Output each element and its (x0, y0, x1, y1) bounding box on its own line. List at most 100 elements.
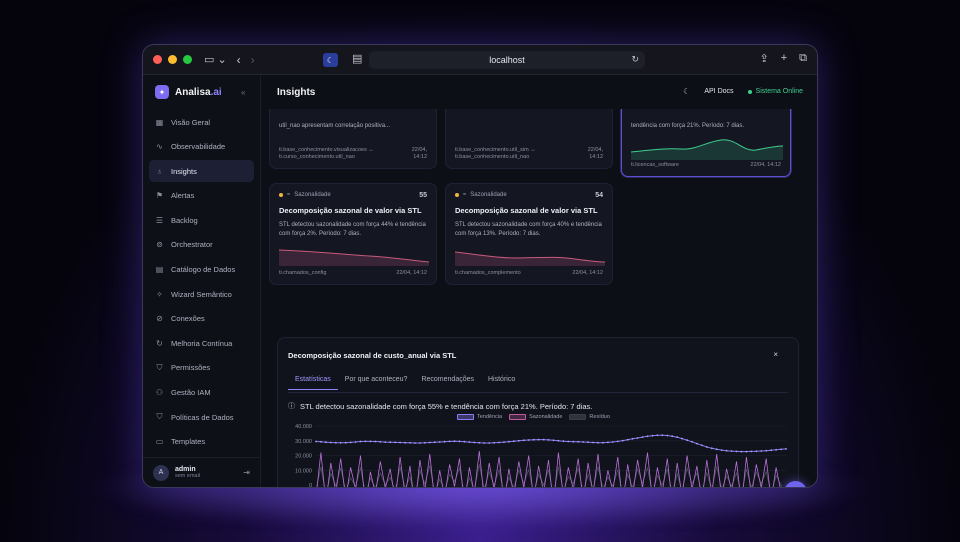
trend-point[interactable] (661, 434, 664, 437)
trend-point[interactable] (785, 448, 787, 450)
theme-toggle-icon[interactable]: ☾ (683, 87, 690, 96)
trend-point[interactable] (364, 440, 367, 443)
sidebar-item-insights[interactable]: ♁ Insights (149, 160, 254, 183)
trend-point[interactable] (513, 440, 515, 443)
trend-point[interactable] (582, 441, 585, 443)
trend-point[interactable] (404, 441, 406, 444)
trend-point[interactable] (557, 439, 560, 442)
trend-point[interactable] (483, 442, 486, 444)
trend-point[interactable] (503, 441, 505, 443)
trend-point[interactable] (527, 439, 530, 441)
address-bar[interactable]: localhost ↻ (369, 51, 645, 69)
collapse-sidebar-icon[interactable]: « (241, 88, 245, 97)
new-tab-icon[interactable]: + (781, 52, 787, 65)
trend-point[interactable] (631, 437, 634, 440)
trend-point[interactable] (349, 441, 352, 444)
trend-point[interactable] (572, 440, 575, 443)
trend-point[interactable] (428, 441, 431, 444)
sidebar-toggle-icon[interactable]: ▭ ⌄ (204, 53, 227, 66)
trend-point[interactable] (334, 441, 337, 444)
trend-point[interactable] (780, 448, 782, 451)
tabs-overview-icon[interactable]: ⧉ (799, 52, 807, 65)
legend-item[interactable]: Resíduo (569, 414, 610, 420)
trend-point[interactable] (458, 440, 461, 443)
trend-point[interactable] (651, 434, 654, 437)
logout-icon[interactable]: ⇥ (243, 468, 250, 477)
trend-point[interactable] (517, 439, 520, 442)
trend-point[interactable] (329, 441, 332, 444)
user-profile[interactable]: A admin sem email ⇥ (143, 457, 260, 487)
back-arrow-icon[interactable]: ‹ (237, 53, 241, 67)
trend-point[interactable] (602, 441, 604, 444)
trend-point[interactable] (354, 441, 357, 443)
trend-point[interactable] (611, 441, 614, 443)
tab-3[interactable]: Histórico (481, 376, 522, 390)
minimize-window-button[interactable] (168, 55, 177, 64)
trend-point[interactable] (720, 449, 723, 451)
sidebar-item-politicas-de-dados[interactable]: ⛉ Políticas de Dados (149, 406, 254, 428)
legend-item[interactable]: Sazonalidade (509, 414, 562, 420)
trend-point[interactable] (315, 440, 317, 443)
trend-point[interactable] (409, 441, 411, 444)
trend-point[interactable] (498, 441, 500, 444)
trend-point[interactable] (597, 441, 599, 444)
trend-point[interactable] (547, 439, 550, 441)
api-docs-link[interactable]: API Docs (704, 88, 733, 95)
trend-point[interactable] (552, 439, 555, 442)
trend-point[interactable] (384, 441, 387, 443)
trend-point[interactable] (745, 450, 748, 453)
trend-point[interactable] (691, 440, 693, 443)
trend-point[interactable] (636, 437, 639, 439)
trend-point[interactable] (453, 440, 456, 443)
trend-point[interactable] (621, 439, 624, 442)
tab-1[interactable]: Por que aconteceu? (338, 376, 415, 390)
trend-point[interactable] (740, 450, 743, 453)
trend-point[interactable] (537, 438, 540, 441)
trend-point[interactable] (532, 438, 535, 441)
trend-point[interactable] (359, 440, 362, 443)
trend-point[interactable] (646, 435, 649, 438)
series-line-sazonalidade[interactable] (316, 451, 786, 488)
trend-point[interactable] (389, 441, 392, 444)
trend-point[interactable] (423, 441, 426, 444)
reload-icon[interactable]: ↻ (631, 54, 639, 65)
sidebar-item-observabilidade[interactable]: ∿ Observabilidade (149, 136, 254, 158)
browser-tab-favicon-icon[interactable]: ☾ (323, 53, 338, 67)
sidebar-item-melhoria-continua[interactable]: ↻ Melhoria Contínua (149, 332, 254, 354)
trend-point[interactable] (567, 440, 570, 443)
trend-point[interactable] (443, 440, 446, 443)
tab-0[interactable]: Estatísticas (288, 376, 338, 390)
trend-point[interactable] (478, 441, 481, 444)
trend-point[interactable] (656, 434, 659, 437)
trend-point[interactable] (562, 440, 565, 443)
trend-point[interactable] (671, 435, 674, 438)
trend-point[interactable] (374, 440, 377, 443)
trend-point[interactable] (463, 440, 466, 443)
close-window-button[interactable] (153, 55, 162, 64)
trend-point[interactable] (710, 447, 713, 450)
trend-point[interactable] (681, 437, 683, 440)
trend-point[interactable] (473, 441, 476, 444)
trend-point[interactable] (730, 450, 733, 452)
sidebar-item-catalogo-de-dados[interactable]: ▤ Catálogo de Dados (149, 259, 254, 281)
maximize-window-button[interactable] (183, 55, 192, 64)
trend-point[interactable] (616, 440, 619, 443)
forward-arrow-icon[interactable]: › (251, 53, 255, 67)
trend-point[interactable] (666, 434, 669, 437)
sidebar-item-conexoes[interactable]: ⊘ Conexões (149, 308, 254, 330)
trend-point[interactable] (587, 441, 589, 444)
trend-point[interactable] (320, 440, 322, 443)
trend-point[interactable] (577, 440, 580, 443)
trend-point[interactable] (701, 444, 703, 447)
trend-point[interactable] (468, 441, 471, 443)
trend-point[interactable] (755, 450, 758, 453)
tab-2[interactable]: Recomendações (414, 376, 481, 390)
trend-point[interactable] (438, 441, 441, 443)
trend-point[interactable] (488, 442, 491, 444)
trend-point[interactable] (735, 450, 738, 453)
sidebar-item-gestao-iam[interactable]: ⚇ Gestão IAM (149, 382, 254, 404)
sidebar-item-orchestrator[interactable]: ⊚ Orchestrator (149, 234, 254, 256)
trend-point[interactable] (760, 450, 763, 452)
share-icon[interactable]: ⇪ (759, 52, 768, 65)
trend-point[interactable] (750, 450, 753, 453)
